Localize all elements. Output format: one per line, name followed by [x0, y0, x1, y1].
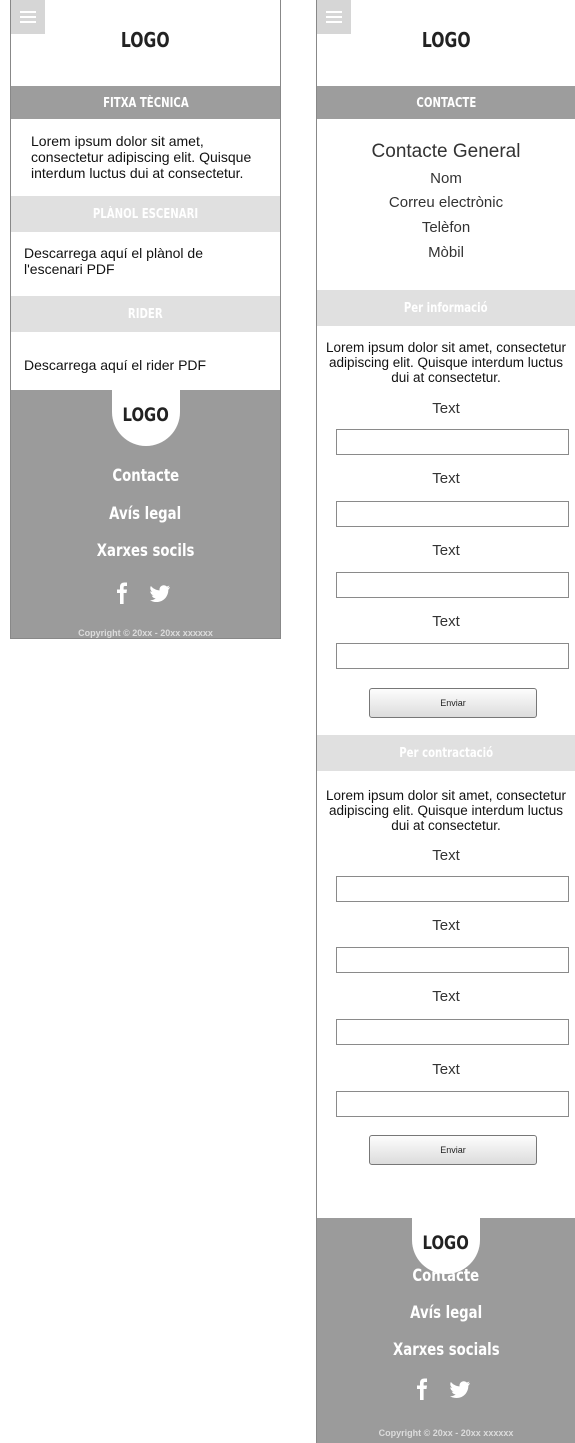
social-icons-svg [116, 582, 170, 605]
site-logo[interactable]: LOGO [317, 28, 575, 53]
section-header-fitxa: FITXA TÈCNICA [11, 86, 280, 119]
footer: LOGO Contacte Avís legal Xarxes socials … [317, 1218, 575, 1443]
field-label: Text [432, 1061, 460, 1078]
footer-link-xarxes[interactable]: Xarxes socils [11, 541, 280, 561]
contact-heading: Contacte General [371, 141, 521, 162]
footer-link-avis-legal[interactable]: Avís legal [317, 1303, 575, 1323]
footer: LOGO Contacte Avís legal Xarxes socils C… [11, 390, 280, 638]
footer-link-avis-legal[interactable]: Avís legal [11, 504, 280, 524]
copyright: Copyright © 20xx - 20xx xxxxxx [78, 628, 213, 638]
site-logo[interactable]: LOGO [11, 28, 280, 53]
footer-link-contacte[interactable]: Contacte [11, 466, 280, 486]
contact-email: Correu electrònic [388, 194, 504, 211]
field-label: Text [432, 542, 460, 559]
social-icons [11, 580, 280, 606]
informacio-input-4[interactable] [336, 643, 569, 669]
section-header-rider: RIDER [11, 296, 280, 332]
informacio-send-button[interactable]: Enviar [369, 688, 537, 718]
copyright: Copyright © 20xx - 20xx xxxxxx [378, 1428, 514, 1438]
contact-phone: Telèfon [421, 219, 471, 236]
contractacio-input-4[interactable] [336, 1091, 569, 1117]
footer-link-xarxes[interactable]: Xarxes socials [317, 1340, 575, 1360]
section-header-contractacio: Per contractació [317, 735, 575, 771]
fitxa-text: Lorem ipsum dolor sit amet, consectetur … [31, 133, 252, 181]
informacio-input-1[interactable] [336, 429, 569, 455]
section-header-informacio: Per informació [317, 290, 575, 326]
field-label: Text [432, 400, 460, 417]
twitter-icon[interactable] [450, 1381, 470, 1398]
twitter-icon[interactable] [149, 585, 170, 602]
footer-link-contacte[interactable]: Contacte [317, 1266, 575, 1286]
field-label: Text [432, 917, 460, 934]
rider-download-link[interactable]: Descarrega aquí el rider PDF [24, 357, 264, 373]
planol-download-link[interactable]: Descarrega aquí el plànol de l'escenari … [24, 245, 264, 277]
section-header-planol: PLÀNOL ESCENARI [11, 196, 280, 232]
social-icons [317, 1376, 575, 1402]
contractacio-text: Lorem ipsum dolor sit amet, consectetur … [325, 788, 567, 833]
facebook-icon[interactable] [116, 582, 127, 605]
contractacio-send-button[interactable]: Enviar [369, 1135, 537, 1165]
section-header-contacte: CONTACTE [317, 86, 575, 119]
contact-page: LOGO CONTACTE Contacte General Nom Corre… [316, 0, 575, 1443]
field-label: Text [432, 988, 460, 1005]
contractacio-input-1[interactable] [336, 876, 569, 902]
contractacio-input-3[interactable] [336, 1019, 569, 1045]
informacio-text: Lorem ipsum dolor sit amet, consectetur … [325, 340, 567, 385]
informacio-input-2[interactable] [336, 501, 569, 527]
field-label: Text [432, 847, 460, 864]
field-label: Text [432, 613, 460, 630]
facebook-icon[interactable] [417, 1378, 427, 1401]
informacio-input-3[interactable] [336, 572, 569, 598]
field-label: Text [432, 470, 460, 487]
technical-sheet-page: LOGO FITXA TÈCNICA Lorem ipsum dolor sit… [10, 0, 281, 639]
footer-logo[interactable]: LOGO [111, 390, 180, 446]
contact-mobile: Mòbil [428, 244, 464, 261]
contractacio-input-2[interactable] [336, 947, 569, 973]
social-icons-svg [417, 1378, 470, 1401]
contact-name: Nom [430, 170, 462, 187]
